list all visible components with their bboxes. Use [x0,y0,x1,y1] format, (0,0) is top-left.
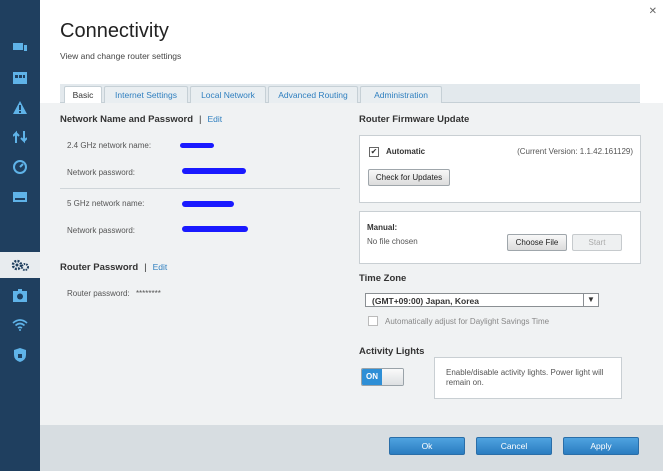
activity-lights-heading: Activity Lights [359,346,425,357]
firmware-heading: Router Firmware Update [359,114,470,125]
router-password-label: Router password: [67,289,130,298]
file-status: No file chosen [367,237,418,246]
dst-checkbox[interactable] [368,316,378,326]
footer-bar: Ok Cancel Apply [40,425,663,471]
current-version: (Current Version: 1.1.42.161129) [517,147,633,156]
apply-button[interactable]: Apply [563,437,639,455]
check-for-updates-button[interactable]: Check for Updates [368,169,450,186]
start-button[interactable]: Start [572,234,622,251]
main-window: Connectivity View and change router sett… [40,0,663,471]
page-title: Connectivity [60,20,169,42]
router-password-edit-link[interactable]: Edit [153,262,168,272]
content-area: Network Name and Password | Edit 2.4 GHz n… [40,103,663,425]
redacted-password-24 [182,168,246,174]
tab-internet-settings[interactable]: Internet Settings [104,86,188,103]
firmware-manual-panel: Manual: No file chosen Choose File Start [359,211,641,264]
activity-lights-toggle[interactable]: ON [361,368,404,386]
time-zone-select[interactable]: (GMT+09:00) Japan, Korea ▼ [365,293,599,307]
network-name-heading-text: Network Name and Password [60,114,194,125]
speed-icon[interactable] [0,154,40,180]
activity-lights-description: Enable/disable activity lights. Power li… [446,368,604,387]
redacted-ssid-24 [180,143,214,148]
router-password-row: Router password: ******** [67,289,161,298]
close-icon[interactable]: ✕ [649,6,657,17]
redacted-ssid-5 [182,201,234,207]
toggle-knob [382,369,403,385]
tab-administration[interactable]: Administration [360,86,442,103]
priority-icon[interactable] [0,124,40,150]
alert-icon[interactable] [0,94,40,120]
firmware-automatic-panel: ✔ Automatic (Current Version: 1.1.42.161… [359,135,641,203]
toggle-on-label: ON [362,369,382,385]
ghz5-password-label: Network password: [67,226,136,235]
time-zone-selected: (GMT+09:00) Japan, Korea [372,296,479,306]
security-icon[interactable] [0,342,40,368]
chevron-down-icon[interactable]: ▼ [583,294,598,306]
external-storage-icon[interactable] [0,184,40,210]
ghz24-name-label: 2.4 GHz network name: [67,141,152,150]
time-zone-heading: Time Zone [359,273,407,284]
divider [60,188,340,189]
router-password-value: ******** [135,289,161,298]
tab-bar: Basic Internet Settings Local Network Ad… [60,84,640,104]
automatic-checkbox[interactable]: ✔ [369,147,379,157]
tab-basic[interactable]: Basic [64,86,102,104]
choose-file-button[interactable]: Choose File [507,234,567,251]
schedule-icon[interactable] [0,64,40,90]
activity-lights-description-box: Enable/disable activity lights. Power li… [434,357,622,399]
manual-label: Manual: [367,223,398,232]
automatic-label: Automatic [386,147,426,156]
ok-button[interactable]: Ok [389,437,465,455]
devices-icon[interactable] [0,34,40,60]
heading-separator: | [144,262,147,273]
heading-separator: | [199,114,202,125]
ghz24-password-label: Network password: [67,168,136,177]
tab-local-network[interactable]: Local Network [190,86,266,103]
ghz5-name-label: 5 GHz network name: [67,199,145,208]
router-password-heading-text: Router Password [60,262,139,273]
page-subtitle: View and change router settings [60,51,182,61]
network-edit-link[interactable]: Edit [208,114,223,124]
connectivity-gear-icon[interactable] [0,252,40,278]
dst-label: Automatically adjust for Daylight Saving… [385,317,550,326]
tab-advanced-routing[interactable]: Advanced Routing [268,86,358,103]
redacted-password-5 [182,226,248,232]
network-name-heading: Network Name and Password | Edit [60,114,222,125]
cancel-button[interactable]: Cancel [476,437,552,455]
sidebar-nav [0,0,40,471]
troubleshooting-icon[interactable] [0,282,40,308]
wireless-icon[interactable] [0,312,40,338]
router-password-heading: Router Password | Edit [60,262,167,273]
